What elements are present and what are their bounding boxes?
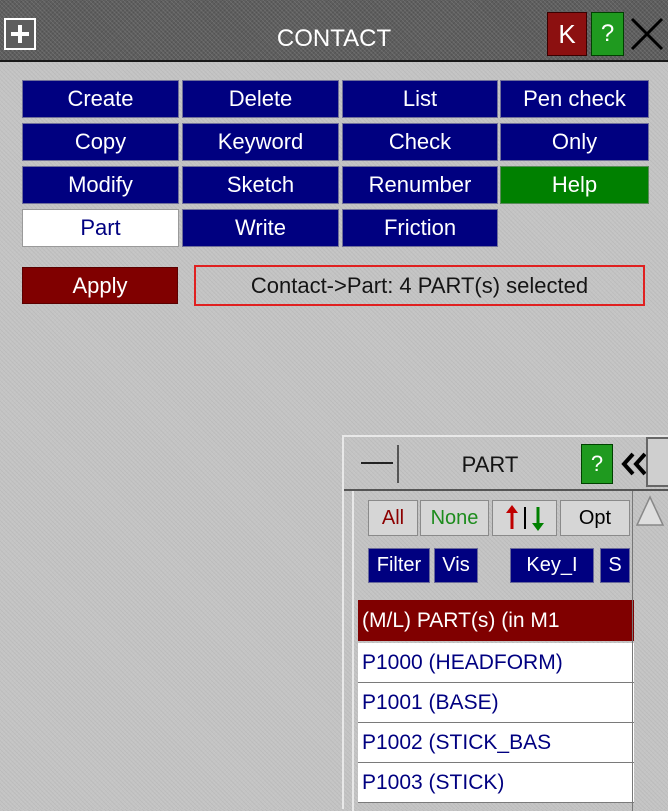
write-button[interactable]: Write [182, 209, 339, 247]
part-help-button[interactable]: ? [581, 444, 613, 484]
copy-button[interactable]: Copy [22, 123, 179, 161]
minimize-icon[interactable] [357, 445, 399, 483]
select-none-button[interactable]: None [420, 500, 489, 536]
select-all-button[interactable]: All [368, 500, 418, 536]
list-item[interactable]: P1002 (STICK_BAS [358, 723, 634, 763]
keyword-k-button[interactable]: K [547, 12, 587, 56]
list-item[interactable]: P1000 (HEADFORM) [358, 643, 634, 683]
check-button[interactable]: Check [342, 123, 498, 161]
pen-check-button[interactable]: Pen check [500, 80, 649, 118]
sort-order-button[interactable] [492, 500, 557, 536]
only-button[interactable]: Only [500, 123, 649, 161]
sort-arrows-icon [505, 505, 544, 531]
help-question-button[interactable]: ? [591, 12, 624, 56]
list-item[interactable]: P1003 (STICK) [358, 763, 634, 803]
options-button[interactable]: Opt [560, 500, 630, 536]
window-corner-handle[interactable] [646, 437, 668, 487]
close-icon[interactable] [626, 12, 668, 56]
s-button[interactable]: S [600, 548, 630, 583]
part-panel-content: All None Opt Filter Vis Key_I S (M/L) PA… [352, 491, 634, 811]
part-panel-title: PART [461, 452, 519, 477]
title-bar: CONTACT K ? [0, 0, 668, 62]
key-in-button[interactable]: Key_I [510, 548, 594, 583]
filter-button[interactable]: Filter [368, 548, 430, 583]
renumber-button[interactable]: Renumber [342, 166, 498, 204]
list-item[interactable]: P1001 (BASE) [358, 683, 634, 723]
part-selection-panel: PART ? All None Opt Filter Vis Key_I S (… [342, 435, 668, 811]
create-button[interactable]: Create [22, 80, 179, 118]
visible-button[interactable]: Vis [434, 548, 478, 583]
sketch-button[interactable]: Sketch [182, 166, 339, 204]
part-list-header: (M/L) PART(s) (in M1 [358, 600, 634, 641]
part-button[interactable]: Part [22, 209, 179, 247]
keyword-button[interactable]: Keyword [182, 123, 339, 161]
friction-button[interactable]: Friction [342, 209, 498, 247]
help-button[interactable]: Help [500, 166, 649, 204]
apply-button[interactable]: Apply [22, 267, 178, 304]
selection-status: Contact->Part: 4 PART(s) selected [194, 265, 645, 306]
scroll-up-arrow-icon[interactable] [635, 495, 665, 529]
part-title-bar: PART ? [344, 437, 668, 491]
list-button[interactable]: List [342, 80, 498, 118]
modify-button[interactable]: Modify [22, 166, 179, 204]
delete-button[interactable]: Delete [182, 80, 339, 118]
part-list-scrollbar[interactable] [632, 491, 668, 811]
